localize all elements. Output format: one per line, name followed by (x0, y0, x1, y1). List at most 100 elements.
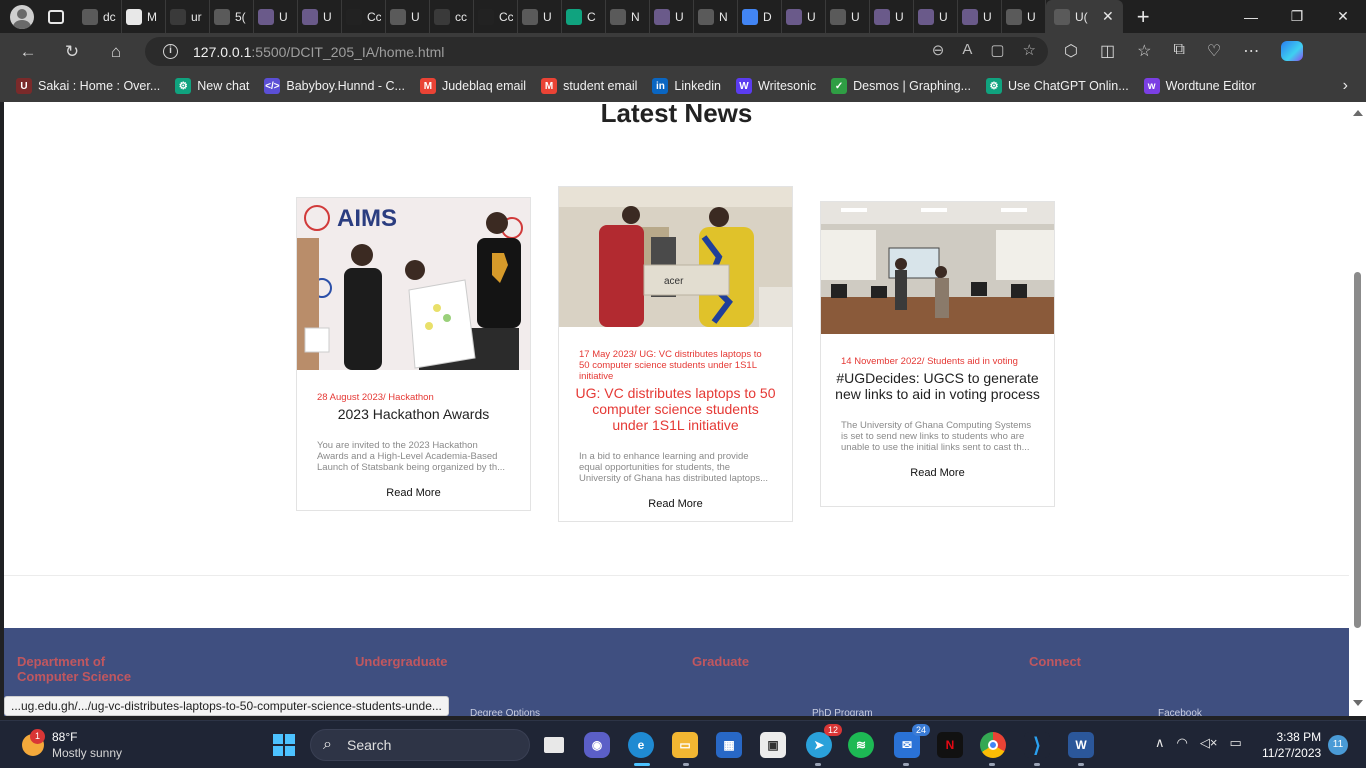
page-scrollbar[interactable] (1349, 102, 1366, 716)
url-text[interactable]: 127.0.0.1:5500/DCIT_205_IA/home.html (193, 44, 444, 60)
wifi-icon[interactable]: ◠ (1177, 735, 1188, 751)
bookmark-item[interactable]: W Writesonic (736, 78, 816, 94)
hackathon-photo[interactable]: AIMS (297, 198, 530, 370)
split-screen-icon[interactable]: ◫ (1100, 41, 1115, 61)
browser-tab[interactable]: cc (430, 0, 474, 33)
store-icon[interactable]: ▦ (716, 732, 742, 758)
refresh-icon[interactable]: ↻ (61, 41, 83, 63)
browser-tab[interactable]: ur (166, 0, 210, 33)
card-title[interactable]: 2023 Hackathon Awards (297, 406, 530, 422)
footer-phd-program-link[interactable]: PhD Program (812, 708, 873, 716)
bookmark-item[interactable]: ✓ Desmos | Graphing... (831, 78, 971, 94)
scroll-down-icon[interactable] (1353, 700, 1363, 706)
clock[interactable]: 3:38 PM 11/27/2023 (1262, 729, 1321, 761)
teams-chat-icon[interactable]: ◉ (584, 732, 610, 758)
news-card-ugdecides[interactable]: 14 November 2022/ Students aid in voting… (820, 201, 1055, 507)
close-window-icon[interactable]: ✕ (1320, 0, 1366, 33)
browser-tab[interactable]: U (914, 0, 958, 33)
bookmarks-overflow-icon[interactable]: › (1343, 77, 1348, 95)
battery-icon[interactable]: ▭ (1229, 735, 1241, 751)
browser-tab[interactable]: U (958, 0, 1002, 33)
address-bar[interactable]: i 127.0.0.1:5500/DCIT_205_IA/home.html ⊖… (145, 37, 1048, 66)
bookmark-item[interactable]: Mstudent email (541, 78, 637, 94)
site-info-icon[interactable]: i (163, 44, 178, 59)
more-menu-icon[interactable]: ⋯ (1243, 41, 1259, 61)
read-more-link[interactable]: Read More (297, 487, 530, 499)
browser-tab[interactable]: U (826, 0, 870, 33)
browser-tab[interactable]: U (1002, 0, 1046, 33)
footer-facebook-link[interactable]: Facebook (1158, 708, 1202, 716)
bookmark-item[interactable]: ⚙ New chat (175, 78, 249, 94)
tab-title: C (587, 9, 596, 24)
collections-icon[interactable]: ⧉ (1173, 41, 1184, 61)
browser-tab[interactable]: Cc (474, 0, 518, 33)
zoom-icon[interactable]: ⊖ (932, 41, 945, 59)
browser-tab[interactable]: N (694, 0, 738, 33)
copilot-icon[interactable] (1281, 41, 1304, 61)
favorite-star-icon[interactable]: ☆ (1023, 41, 1036, 59)
minimize-icon[interactable]: — (1228, 0, 1274, 33)
footer-degree-options-link[interactable]: Degree Options (470, 708, 540, 716)
new-tab-icon[interactable]: + (1137, 4, 1150, 30)
browser-tab[interactable]: U (870, 0, 914, 33)
back-icon[interactable]: ← (17, 41, 39, 63)
browser-tab[interactable]: U (782, 0, 826, 33)
profile-avatar[interactable] (10, 4, 34, 29)
tab-actions-icon[interactable] (48, 9, 64, 24)
card-title[interactable]: #UGDecides: UGCS to generate new links t… (821, 370, 1054, 402)
extensions-icon[interactable]: ⬡ (1064, 41, 1078, 61)
performance-icon[interactable]: ♡ (1207, 41, 1221, 61)
browser-tab[interactable]: C (562, 0, 606, 33)
active-browser-tab[interactable]: U(✕ (1046, 0, 1123, 33)
laptop-distribution-photo[interactable]: acer (559, 187, 792, 327)
bookmark-item[interactable]: U Sakai : Home : Over... (16, 78, 160, 94)
vscode-icon[interactable]: ⟩ (1024, 732, 1050, 758)
file-explorer-icon[interactable]: ▭ (672, 732, 698, 758)
bookmark-item[interactable]: in Linkedin (652, 78, 721, 94)
browser-tab[interactable]: Cc (342, 0, 386, 33)
bookmark-item[interactable]: w Wordtune Editor (1143, 78, 1256, 94)
taskbar-search[interactable]: ⌕ Search (310, 729, 530, 761)
news-card-hackathon[interactable]: AIMS 28 August 2023/ Hackathon 2023 Hack… (296, 197, 531, 511)
browser-tab[interactable]: D (738, 0, 782, 33)
netflix-icon[interactable]: N (937, 732, 963, 758)
maximize-icon[interactable]: ❐ (1274, 0, 1320, 33)
task-view-icon[interactable] (541, 732, 567, 758)
chrome-icon[interactable] (980, 732, 1006, 758)
scroll-thumb[interactable] (1354, 272, 1361, 628)
edge-icon[interactable]: e (628, 732, 654, 758)
computer-lab-photo[interactable] (821, 202, 1054, 334)
browser-tab[interactable]: U (518, 0, 562, 33)
news-card-laptops[interactable]: acer 17 May 2023/ UG: VC distributes lap… (558, 186, 793, 522)
read-aloud-icon[interactable]: A (962, 41, 972, 59)
immersive-reader-icon[interactable]: ▢ (990, 41, 1004, 59)
scroll-up-icon[interactable] (1353, 110, 1363, 116)
mail-icon[interactable]: ✉ 24 (894, 724, 930, 758)
browser-tab[interactable]: 5( (210, 0, 254, 33)
bookmark-item[interactable]: </> Babyboy.Hunnd - C... (264, 78, 405, 94)
bookmark-item[interactable]: ⚙ Use ChatGPT Onlin... (986, 78, 1129, 94)
browser-tab[interactable]: M (122, 0, 166, 33)
card-excerpt: The University of Ghana Computing System… (841, 420, 1032, 453)
browser-tab[interactable]: U (298, 0, 342, 33)
spotify-icon[interactable]: ≋ (848, 732, 874, 758)
notification-badge[interactable]: 11 (1328, 735, 1348, 755)
favorites-icon[interactable]: ☆ (1137, 41, 1151, 61)
word-icon[interactable]: W (1068, 732, 1094, 758)
bookmark-item[interactable]: M Judeblaq email (419, 78, 526, 94)
close-tab-icon[interactable]: ✕ (1102, 8, 1114, 25)
browser-tab[interactable]: dc (78, 0, 122, 33)
read-more-link[interactable]: Read More (559, 498, 792, 510)
home-icon[interactable]: ⌂ (105, 41, 127, 63)
photos-icon[interactable]: ▣ (760, 732, 786, 758)
read-more-link[interactable]: Read More (821, 467, 1054, 479)
chevron-up-icon[interactable]: ∧ (1155, 735, 1165, 751)
card-title[interactable]: UG: VC distributes laptops to 50 compute… (559, 385, 792, 433)
start-button[interactable] (273, 734, 295, 756)
volume-muted-icon[interactable]: ◁× (1200, 735, 1218, 751)
telegram-icon[interactable]: ➤ 12 (806, 724, 842, 758)
browser-tab[interactable]: N (606, 0, 650, 33)
browser-tab[interactable]: U (650, 0, 694, 33)
browser-tab[interactable]: U (254, 0, 298, 33)
browser-tab[interactable]: U (386, 0, 430, 33)
